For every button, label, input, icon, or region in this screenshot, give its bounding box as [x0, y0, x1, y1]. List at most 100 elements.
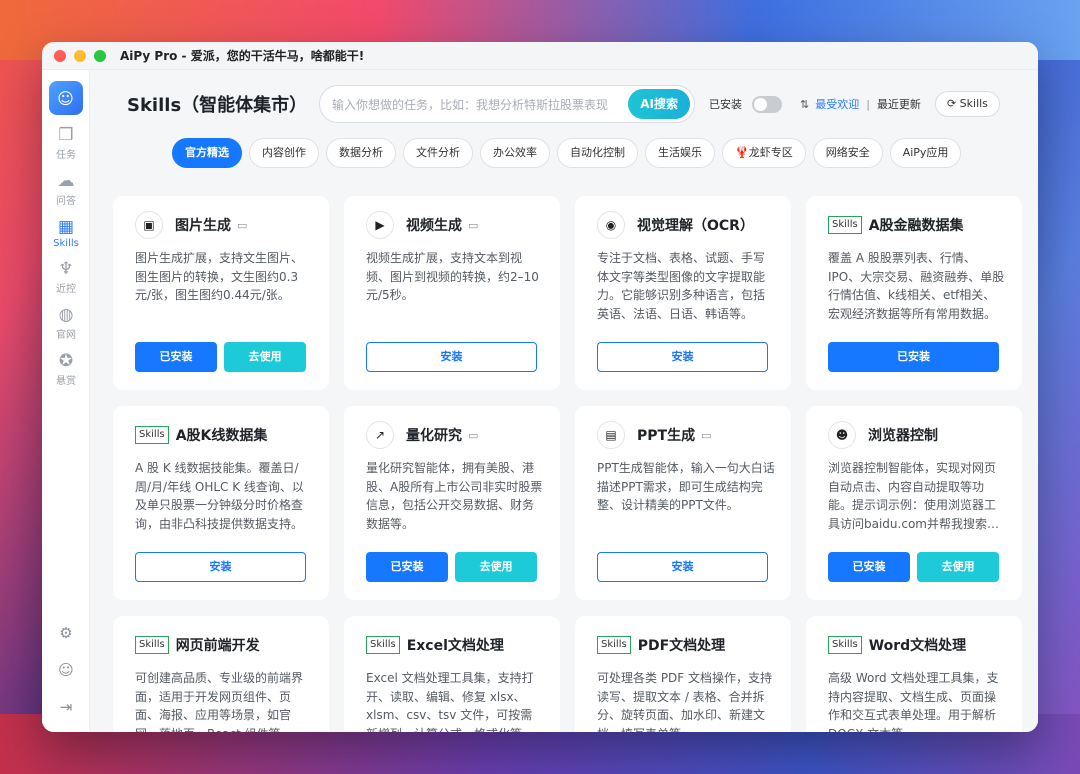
zoom-window-button[interactable] [94, 49, 106, 62]
window-title: AiPy Pro - 爱派，您的干活牛马，啥都能干! [120, 49, 365, 63]
lobster-icon: 🦞 [735, 146, 749, 159]
card-title: PDF文档处理 [637, 638, 726, 654]
search-input[interactable]: 输入你想做的任务，比如：我想分析特斯拉股票表现 [332, 96, 628, 113]
card-description: PPT生成智能体，输入一句大白话描述PPT需求，即可生成结构完整、设计精美的PP… [597, 461, 775, 513]
skill-card[interactable]: ▶ 视频生成 ▭ 视频生成扩展，支持文本到视频、图片到视频的转换，约2–10元/5秒。… [344, 196, 560, 390]
card-description: 可处理各类 PDF 文档操作，支持读写、提取文本 / 表格、合并拆分、旋转页面、… [597, 671, 773, 732]
gear-icon[interactable]: ⚙ [42, 615, 90, 652]
installed-toggle[interactable] [752, 95, 782, 113]
close-window-button[interactable] [54, 49, 66, 62]
card-title: 图片生成 [175, 218, 231, 234]
use-button[interactable]: 去使用 [455, 552, 537, 582]
card-actions: 安装 [597, 342, 768, 372]
sidebar-item-chat[interactable]: ☁ 问答 [42, 171, 90, 207]
skill-card[interactable]: ☻ 浏览器控制 浏览器控制智能体，实现对网页自动点击、内容自动提取等功能。提示词示例… [806, 406, 1022, 600]
skills-tag: Skills [135, 636, 169, 654]
sort-divider: | [866, 97, 870, 111]
sort-popular-link[interactable]: 最受欢迎 [815, 96, 859, 112]
sidebar: ☺ ❒ 任务 ☁ 问答 ▦ Skills ♆ 近控 ◍ 官网 ✪ 悬赏 ⚙ ☺ ⇥ [42, 70, 90, 732]
card-description: 高级 Word 文档处理工具集，支持内容提取、文档生成、页面操作和交互式表单处理… [828, 671, 999, 732]
skills-button[interactable]: ⟳ Skills [934, 91, 1000, 117]
search-box[interactable]: 输入你想做的任务，比如：我想分析特斯拉股票表现 AI搜索 [319, 85, 695, 123]
card-header: Skills A股K线数据集 [135, 420, 313, 450]
skill-card[interactable]: ↗ 量化研究 ▭ 量化研究智能体，拥有美股、港股、A股所有上市公司非实时股票信息，包括… [344, 406, 560, 600]
sidebar-item-label: 任务 [56, 150, 76, 161]
ai-search-button[interactable]: AI搜索 [628, 89, 690, 119]
cat-logo-icon[interactable]: ☺ [48, 81, 83, 115]
tab-label: 生活娱乐 [658, 146, 702, 159]
installed-button[interactable]: 已安装 [828, 552, 910, 582]
tab-1[interactable]: 内容创作 [249, 138, 319, 168]
card-title: A股K线数据集 [175, 428, 268, 444]
sidebar-bottom: ⚙ ☺ ⇥ [42, 615, 90, 726]
card-description: 可创建高品质、专业级的前端界面，适用于开发网页组件、页面、海报、应用等场景，如官… [135, 671, 304, 732]
install-button[interactable]: 安装 [597, 552, 768, 582]
skill-card[interactable]: ▣ 图片生成 ▭ 图片生成扩展，支持文生图片、图生图片的转换，文生图约0.3元/张，图… [113, 196, 329, 390]
card-actions: 已安装 去使用 [828, 552, 999, 582]
tab-label: 官方精选 [185, 146, 229, 159]
logout-icon[interactable]: ⇥ [42, 689, 90, 726]
sidebar-item-label: 问答 [56, 196, 76, 207]
skills-icon: ▦ [57, 217, 75, 237]
sidebar-item-skills[interactable]: ▦ Skills [42, 217, 90, 249]
document-icon[interactable]: ▭ [468, 219, 478, 232]
tab-7[interactable]: 🦞龙虾专区 [722, 138, 806, 168]
card-actions: 已安装 去使用 [366, 552, 537, 582]
card-header: Skills Word文档处理 [828, 630, 1006, 660]
use-button[interactable]: 去使用 [224, 342, 306, 372]
tab-8[interactable]: 网络安全 [812, 138, 883, 168]
card-header: Skills PDF文档处理 [597, 630, 775, 660]
card-title: A股金融数据集 [868, 218, 964, 234]
tab-9[interactable]: AiPy应用 [889, 138, 962, 168]
tab-3[interactable]: 文件分析 [403, 138, 473, 168]
main-content: Skills（智能体集市） 输入你想做的任务，比如：我想分析特斯拉股票表现 AI… [90, 70, 1038, 732]
installed-button[interactable]: 已安装 [135, 342, 217, 372]
reward-icon: ✪ [58, 351, 74, 371]
skill-card[interactable]: Skills Excel文档处理 Excel 文档处理工具集，支持打开、读取、编辑、… [344, 616, 560, 732]
skill-card[interactable]: Skills 网页前端开发可创建高品质、专业级的前端界面，适用于开发网页组件、页面… [113, 616, 329, 732]
document-icon[interactable]: ▭ [237, 219, 247, 232]
sort-recent-link[interactable]: 最近更新 [877, 96, 921, 112]
tab-5[interactable]: 自动化控制 [557, 138, 638, 168]
skill-card[interactable]: ◉ 视觉理解（OCR） 专注于文档、表格、试题、手写体文字等类型图像的文字提取能力。… [575, 196, 791, 390]
card-description: 覆盖 A 股股票列表、行情、IPO、大宗交易、融资融券、单股行情估值、k线相关、… [828, 251, 1005, 321]
tasks-icon: ❒ [58, 125, 74, 145]
card-header: Skills Excel文档处理 [366, 630, 544, 660]
install-button[interactable]: 安装 [597, 342, 768, 372]
install-button[interactable]: 安装 [135, 552, 306, 582]
sidebar-item-reward[interactable]: ✪ 悬赏 [42, 351, 90, 387]
sidebar-item-tasks[interactable]: ❒ 任务 [42, 125, 90, 161]
user-icon[interactable]: ☺ [42, 652, 90, 689]
skill-card[interactable]: Skills A股金融数据集 覆盖 A 股股票列表、行情、IPO、大宗交易、融资融券… [806, 196, 1022, 390]
sidebar-item-lobster[interactable]: ♆ 近控 [42, 259, 90, 295]
skills-tag: Skills [597, 636, 631, 654]
skill-card[interactable]: ▤ PPT生成 ▭ PPT生成智能体，输入一句大白话描述PPT需求，即可生成结构完整、… [575, 406, 791, 600]
sort-icon: ⇅ [800, 97, 810, 111]
installed-button[interactable]: 已安装 [828, 342, 999, 372]
tab-4[interactable]: 办公效率 [480, 138, 550, 168]
card-title: 量化研究 [406, 428, 462, 444]
document-icon[interactable]: ▭ [468, 429, 478, 442]
card-header: Skills 网页前端开发 [135, 630, 313, 660]
install-button[interactable]: 安装 [366, 342, 537, 372]
tab-6[interactable]: 生活娱乐 [645, 138, 715, 168]
card-actions: 安装 [135, 552, 306, 582]
use-button[interactable]: 去使用 [917, 552, 999, 582]
title-bar: AiPy Pro - 爱派，您的干活牛马，啥都能干! [42, 42, 1038, 70]
tab-2[interactable]: 数据分析 [326, 138, 396, 168]
card-actions: 安装 [366, 342, 537, 372]
card-header: ▤ PPT生成 ▭ [597, 420, 775, 450]
card-title: 视频生成 [406, 218, 462, 234]
lobster-icon: ♆ [58, 259, 74, 279]
skill-card[interactable]: Skills A股K线数据集 A 股 K 线数据技能集。覆盖日/周/月/年线 OHL… [113, 406, 329, 600]
document-icon[interactable]: ▭ [701, 429, 711, 442]
category-tabs: 官方精选 内容创作 数据分析 文件分析 办公效率 自动化控制 生活娱乐 🦞龙虾专区 网络安全 Ai… [90, 138, 1038, 178]
sidebar-item-globe[interactable]: ◍ 官网 [42, 305, 90, 341]
tab-0[interactable]: 官方精选 [172, 138, 242, 168]
installed-button[interactable]: 已安装 [366, 552, 448, 582]
minimize-window-button[interactable] [74, 49, 86, 62]
skill-card[interactable]: Skills PDF文档处理可处理各类 PDF 文档操作，支持读写、提取文本 / … [575, 616, 791, 732]
tab-label: 内容创作 [262, 146, 306, 159]
skill-card[interactable]: Skills Word文档处理高级 Word 文档处理工具集，支持内容提取、文档生… [806, 616, 1022, 732]
card-header: ▶ 视频生成 ▭ [366, 210, 544, 240]
